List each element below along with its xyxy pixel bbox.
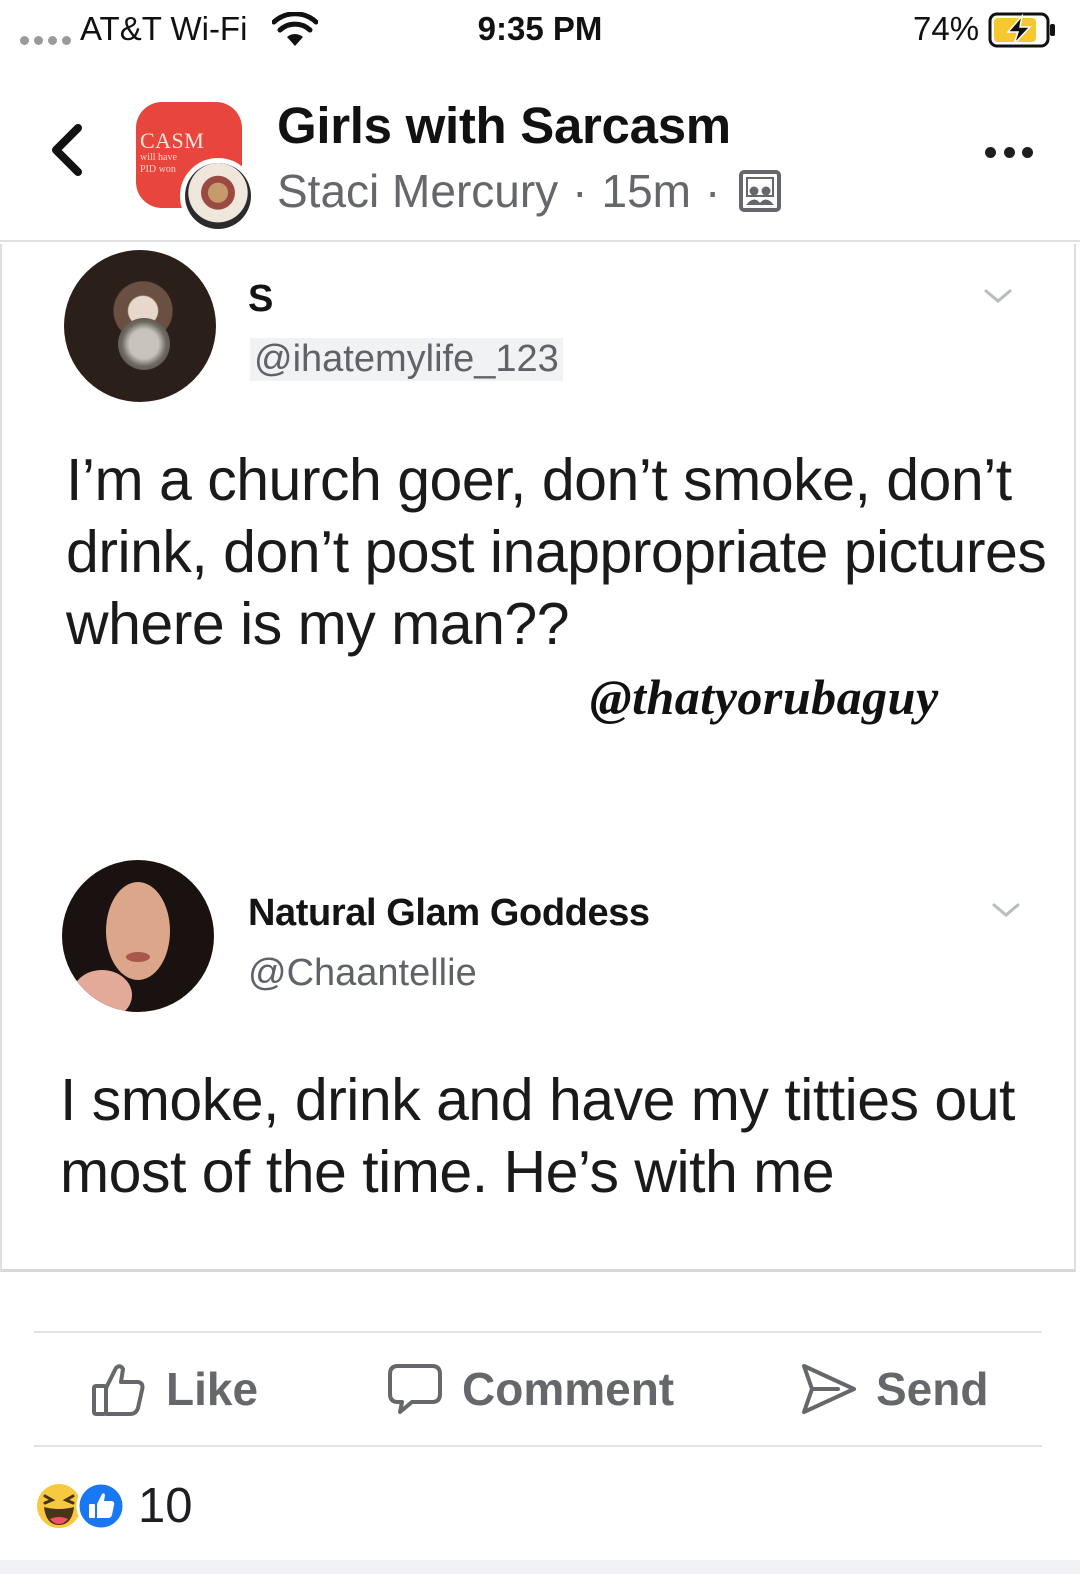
send-arrow-icon [802,1364,856,1414]
watermark: @thatyorubaguy [590,669,939,725]
more-options-icon[interactable] [985,142,1033,162]
post-image[interactable]: S @ihatemylife_123 I’m a church goer, do… [0,244,1076,1272]
post-time[interactable]: 15m [602,164,691,218]
comment-label: Comment [462,1363,675,1415]
thumbs-up-icon [92,1364,145,1416]
like-button[interactable]: Like [90,1333,258,1445]
status-bar: AT&T Wi-Fi 9:35 PM 74% [0,0,1080,62]
comment-button[interactable]: Comment [386,1333,674,1445]
reactions-summary[interactable]: 10 [34,1478,193,1534]
chevron-down-icon [984,289,1012,303]
group-avatar-text: CASM [140,128,205,153]
group-name[interactable]: Girls with Sarcasm [277,96,731,155]
post-header: CASM will have PID won Girls with Sarcasm… [0,62,1080,242]
group-avatar-subtext: will have PID won [140,152,177,175]
tweet-author-name: Natural Glam Goddess [248,892,650,934]
battery-percentage: 74% [913,10,980,47]
send-label: Send [876,1363,989,1415]
tweet-author-name: S [248,278,274,320]
audience-group-icon [739,170,782,212]
battery-charging-icon [988,12,1055,48]
post-meta: Staci Mercury · 15m · [277,164,782,218]
tweet-text: I smoke, drink and have my titties out m… [60,1067,1015,1205]
send-button[interactable]: Send [798,1333,988,1445]
tweet-avatar [62,860,214,1012]
meta-separator: · [572,165,588,217]
author-name[interactable]: Staci Mercury [277,164,558,218]
tweet-avatar [64,250,216,402]
chevron-down-icon [992,903,1020,917]
reaction-count: 10 [138,1479,193,1533]
feed-divider [0,1560,1080,1574]
comment-bubble-icon [388,1364,442,1414]
tweet-text: I’m a church goer, don’t smoke, don’t dr… [66,447,1047,657]
tweet-handle: @ihatemylife_123 [250,338,563,381]
action-bar: Like Comment Send [34,1331,1042,1447]
author-avatar[interactable] [180,158,256,234]
tweet-handle: @Chaantellie [248,952,477,994]
like-reaction-icon [76,1481,126,1531]
like-label: Like [166,1363,259,1415]
meta-separator: · [704,165,721,217]
back-chevron-icon[interactable] [44,120,92,180]
